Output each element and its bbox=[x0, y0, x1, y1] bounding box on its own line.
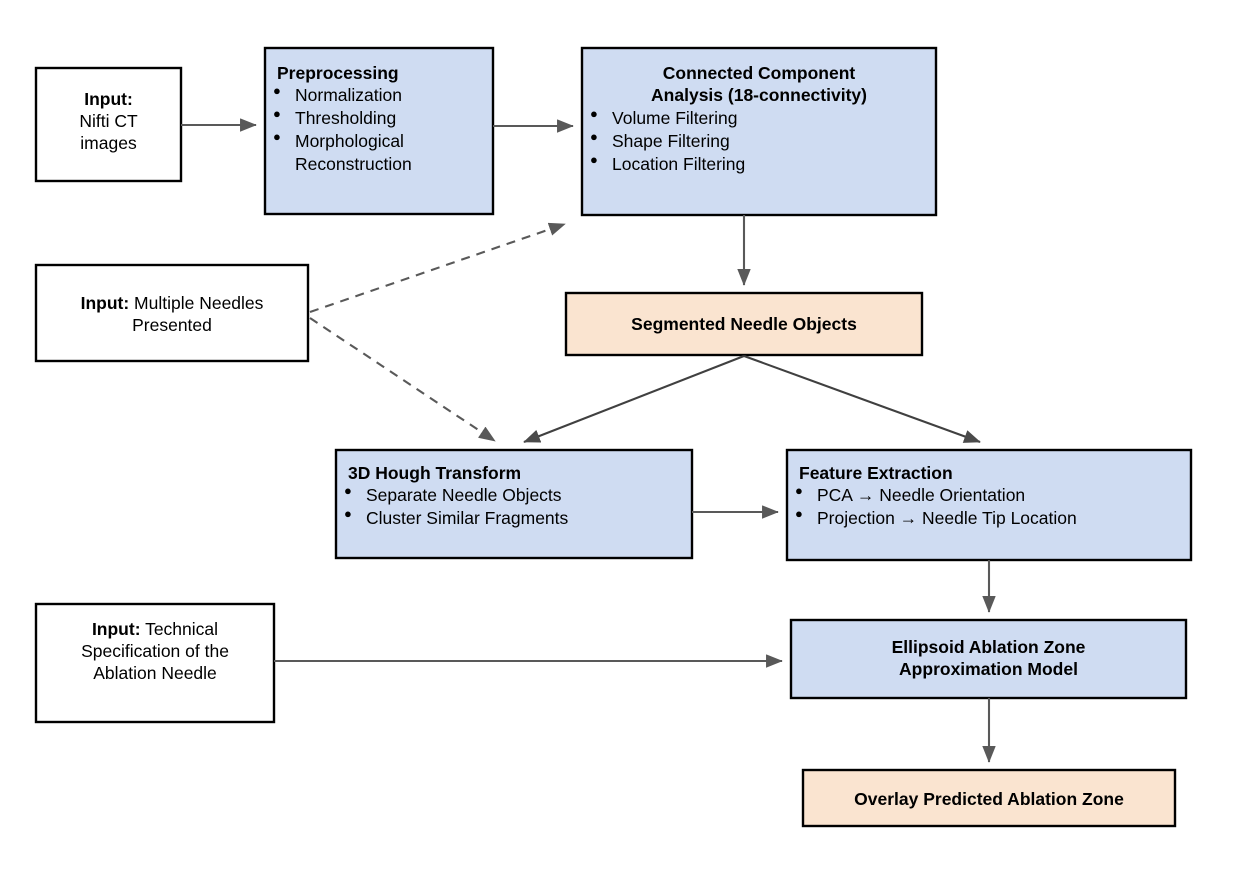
node-input-technical-spec[interactable] bbox=[34, 602, 276, 724]
flowchart-svg bbox=[34, 46, 1193, 828]
node-input-ct[interactable] bbox=[34, 66, 183, 183]
edge-segmented-to-hough bbox=[523, 355, 745, 443]
node-overlay-predicted-ablation-zone[interactable] bbox=[801, 768, 1177, 828]
edge-input-needles-to-hough bbox=[309, 317, 496, 442]
edge-input-needles-to-cca bbox=[309, 222, 566, 313]
node-3d-hough-transform[interactable] bbox=[334, 448, 694, 560]
node-connected-component-analysis[interactable] bbox=[580, 46, 938, 217]
node-feature-extraction[interactable] bbox=[785, 448, 1193, 562]
edge-segmented-to-feature bbox=[743, 355, 981, 443]
flowchart-canvas: Input: Nifti CT images Preprocessing Nor… bbox=[0, 0, 1236, 896]
node-ellipsoid-ablation-zone[interactable] bbox=[789, 618, 1188, 700]
node-segmented-needle-objects[interactable] bbox=[564, 291, 924, 357]
node-input-multiple-needles[interactable] bbox=[34, 263, 310, 363]
node-preprocessing[interactable] bbox=[263, 46, 495, 216]
